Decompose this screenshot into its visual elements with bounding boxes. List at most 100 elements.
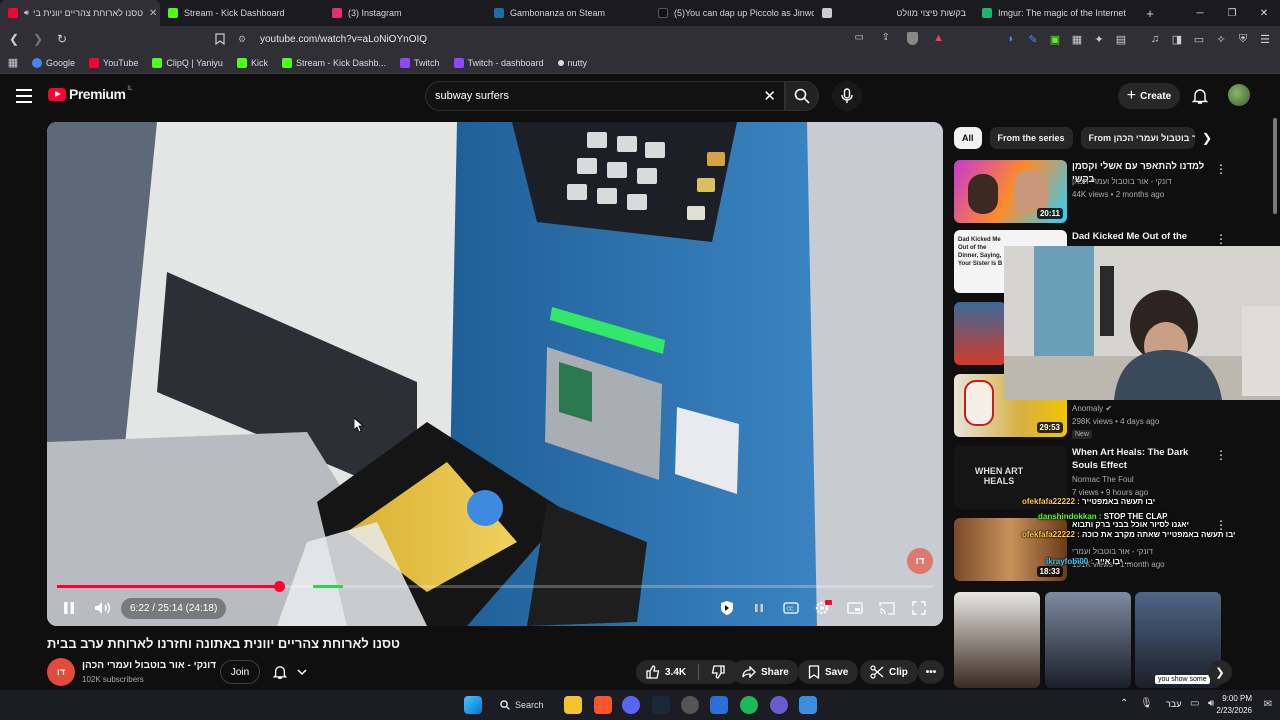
bookmark-google[interactable]: Google bbox=[32, 57, 75, 68]
address-bar[interactable]: ⚙ youtube.com/watch?v=aLoNiOYnOIQ ▭ ⇪ ▲ bbox=[232, 29, 952, 49]
minimize-icon[interactable]: ─ bbox=[1184, 0, 1216, 26]
language-indicator[interactable]: עבר bbox=[1166, 699, 1181, 709]
new-tab-button[interactable]: + bbox=[1138, 0, 1162, 26]
join-button[interactable]: Join bbox=[220, 660, 260, 684]
subscription-bell-button[interactable] bbox=[268, 660, 312, 684]
subtitles-button[interactable]: CC bbox=[777, 594, 805, 622]
video-player[interactable]: דו 6:22 / 25:14 (24:18) CC bbox=[47, 122, 943, 626]
hamburger-menu-icon[interactable] bbox=[14, 86, 34, 106]
chip-from-series[interactable]: From the series bbox=[989, 127, 1073, 149]
save-button[interactable]: Save bbox=[798, 660, 859, 684]
volume-button[interactable] bbox=[89, 594, 117, 622]
chip-all[interactable]: All bbox=[954, 127, 982, 149]
tab-kick-dashboard[interactable]: Stream - Kick Dashboard bbox=[160, 0, 324, 26]
settings-app-icon[interactable] bbox=[681, 696, 699, 714]
shorts-next-icon[interactable]: ❯ bbox=[1208, 660, 1232, 684]
video-thumbnail[interactable]: 18:33 bbox=[954, 518, 1067, 581]
file-explorer-icon[interactable] bbox=[564, 696, 582, 714]
forward-icon[interactable]: ❯ bbox=[28, 29, 48, 49]
short-thumbnail[interactable] bbox=[954, 592, 1040, 688]
app-icon[interactable] bbox=[710, 696, 728, 714]
more-vert-icon[interactable]: ⋮ bbox=[1215, 448, 1227, 462]
media-icon[interactable]: ♫ bbox=[1146, 29, 1164, 49]
search-button[interactable] bbox=[785, 81, 819, 111]
chip-from-channel[interactable]: From אור בוטבול ועמרי הכהן bbox=[1080, 127, 1195, 149]
tab-tiktok[interactable]: (5)You can dap up Piccolo as Jinwoo bbox=[650, 0, 814, 26]
clear-search-icon[interactable]: ✕ bbox=[763, 87, 776, 105]
extension-b-icon[interactable]: ▣ bbox=[1046, 29, 1064, 49]
leo-icon[interactable]: ✧ bbox=[1212, 29, 1230, 49]
extension-a-icon[interactable]: ✎ bbox=[1024, 29, 1042, 49]
obs-icon[interactable] bbox=[770, 696, 788, 714]
tray-overflow-icon[interactable]: ⌃ bbox=[1120, 698, 1128, 709]
bookmark-clipq[interactable]: ClipQ | Yaniyu bbox=[152, 57, 223, 68]
bookmark-youtube[interactable]: YouTube bbox=[89, 57, 138, 68]
search-input[interactable]: subway surfers ✕ bbox=[425, 81, 785, 111]
cast-icon[interactable]: ▭ bbox=[855, 32, 864, 43]
bookmark-kick[interactable]: Kick bbox=[236, 57, 268, 68]
extension-c-icon[interactable]: ▦ bbox=[1068, 29, 1086, 49]
settings-button[interactable] bbox=[809, 594, 837, 622]
more-actions-button[interactable]: ••• bbox=[918, 660, 944, 684]
extension-d-icon[interactable]: ▤ bbox=[1112, 29, 1130, 49]
spotify-icon[interactable] bbox=[740, 696, 758, 714]
calculator-icon[interactable] bbox=[799, 696, 817, 714]
youtube-logo[interactable]: Premium IL bbox=[48, 86, 132, 102]
short-thumbnail[interactable] bbox=[1045, 592, 1131, 688]
steam-icon[interactable] bbox=[652, 696, 670, 714]
vpn-icon[interactable]: ⛨ bbox=[1234, 29, 1252, 49]
voice-search-button[interactable] bbox=[832, 81, 862, 111]
share-button[interactable]: Share bbox=[732, 660, 799, 684]
translate-icon[interactable]: ◗ bbox=[1002, 29, 1020, 49]
tab-instagram[interactable]: (3) Instagram bbox=[324, 0, 486, 26]
tab-youtube-video[interactable]: 🔊︎ טסנו לארוחת צהריים יוונית בי ✕ bbox=[0, 0, 160, 26]
like-button[interactable]: 3.4K bbox=[646, 665, 686, 679]
video-thumbnail[interactable] bbox=[954, 302, 1006, 365]
tab-steam[interactable]: Gambonanza on Steam bbox=[486, 0, 650, 26]
notifications-button[interactable] bbox=[1190, 86, 1210, 106]
taskbar-search[interactable]: Search bbox=[500, 697, 544, 713]
more-vert-icon[interactable]: ⋮ bbox=[1215, 162, 1227, 176]
dislike-button[interactable] bbox=[711, 665, 730, 679]
bookmark-icon[interactable] bbox=[210, 29, 230, 49]
apps-grid-icon[interactable]: ▦ bbox=[0, 56, 26, 69]
brave-rewards-icon[interactable]: ▲ bbox=[933, 32, 944, 44]
volume-tray-icon[interactable]: 🔊︎ bbox=[1208, 698, 1214, 709]
cast-button[interactable] bbox=[873, 594, 901, 622]
pause-button[interactable] bbox=[55, 594, 83, 622]
channel-name[interactable]: דונקי - אור בוטבול ועמרי הכהן bbox=[82, 660, 216, 671]
browser-menu-icon[interactable]: ☰ bbox=[1256, 29, 1274, 49]
bookmark-nutty[interactable]: nutty bbox=[557, 58, 587, 68]
sidebar-icon[interactable]: ◨ bbox=[1168, 29, 1186, 49]
chips-next-icon[interactable]: ❯ bbox=[1196, 127, 1218, 149]
network-icon[interactable]: ▭ bbox=[1190, 698, 1199, 709]
speaker-icon[interactable]: 🔊︎ bbox=[24, 8, 29, 18]
close-window-icon[interactable]: ✕ bbox=[1248, 0, 1280, 26]
miniplayer-button[interactable] bbox=[841, 594, 869, 622]
clock[interactable]: 9:00 PM 2/23/2026 bbox=[1216, 693, 1252, 717]
microphone-tray-icon[interactable]: 🎙︎ bbox=[1140, 698, 1153, 709]
share-page-icon[interactable]: ⇪ bbox=[882, 32, 890, 43]
brave-browser-icon[interactable] bbox=[594, 696, 612, 714]
channel-watermark-icon[interactable]: דו bbox=[907, 548, 933, 574]
create-button[interactable]: + Create bbox=[1118, 83, 1180, 109]
back-icon[interactable]: ❮ bbox=[4, 29, 24, 49]
sponsorblock-button[interactable] bbox=[713, 594, 741, 622]
video-progress-bar[interactable] bbox=[57, 581, 933, 592]
fullscreen-button[interactable] bbox=[905, 594, 933, 622]
brave-shield-icon[interactable] bbox=[907, 32, 918, 45]
account-avatar[interactable] bbox=[1228, 84, 1250, 106]
reload-icon[interactable]: ↻ bbox=[52, 29, 72, 49]
recommendation-item[interactable]: 20:11 למדנו להתאפר עם אשלי וקסמן בקשי דו… bbox=[954, 160, 1227, 224]
clip-button[interactable]: Clip bbox=[860, 660, 918, 684]
video-thumbnail[interactable]: 20:11 bbox=[954, 160, 1067, 223]
site-info-icon[interactable]: ⚙ bbox=[238, 34, 250, 45]
extensions-icon[interactable]: ✦ bbox=[1090, 29, 1108, 49]
close-tab-icon[interactable]: ✕ bbox=[143, 8, 157, 19]
restore-icon[interactable]: ❐ bbox=[1216, 0, 1248, 26]
scrollbar-thumb[interactable] bbox=[1273, 118, 1277, 214]
channel-avatar[interactable]: דו bbox=[47, 658, 75, 686]
bookmark-twitch[interactable]: Twitch bbox=[399, 57, 440, 68]
start-menu-icon[interactable] bbox=[464, 696, 482, 714]
wallet-icon[interactable]: ▭ bbox=[1190, 29, 1208, 49]
